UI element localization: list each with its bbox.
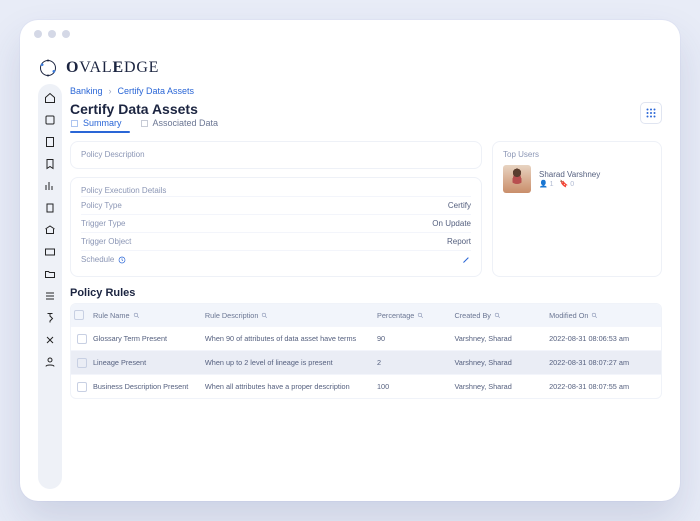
card-title: Policy Description [81, 150, 471, 159]
page-title: Certify Data Assets [70, 102, 198, 117]
window-dot [48, 30, 56, 38]
breadcrumb-separator: › [109, 86, 112, 96]
search-icon [261, 312, 268, 319]
bookmark-icon[interactable] [44, 158, 56, 170]
col-rule-desc[interactable]: Rule Description [205, 311, 377, 320]
brand-text: OVALEDGE [66, 59, 159, 77]
clipboard-icon[interactable] [44, 202, 56, 214]
app-window: OVALEDGE Banking [20, 20, 680, 501]
cell-desc: When 90 of attributes of data asset have… [205, 334, 377, 343]
cell-desc: When all attributes have a proper descri… [205, 382, 377, 391]
search-icon [494, 312, 501, 319]
cell-on: 2022-08-31 08:07:55 am [549, 382, 661, 391]
breadcrumb: Banking › Certify Data Assets [70, 84, 662, 102]
search-icon [591, 312, 598, 319]
row-value: Report [447, 237, 471, 246]
sub-tabs: Summary Associated Data [70, 118, 662, 131]
row-value: Certify [448, 201, 471, 210]
exec-row-policy-type: Policy Type Certify [81, 196, 471, 214]
row-label: Trigger Object [81, 237, 131, 246]
row-label: Policy Type [81, 201, 122, 210]
cell-on: 2022-08-31 08:06:53 am [549, 334, 661, 343]
bank-icon[interactable] [44, 224, 56, 236]
table-row[interactable]: Glossary Term Present When 90 of attribu… [71, 326, 661, 350]
cell-pct: 100 [377, 382, 454, 391]
cell-by: Varshney, Sharad [454, 382, 549, 391]
col-created-by[interactable]: Created By [454, 311, 549, 320]
col-modified-on[interactable]: Modified On [549, 311, 661, 320]
tab-associated-data[interactable]: Associated Data [140, 118, 219, 131]
top-user-name: Sharad Varshney [539, 170, 600, 179]
card-title: Top Users [503, 150, 651, 159]
tag-icon[interactable] [44, 114, 56, 126]
list-icon[interactable] [44, 290, 56, 302]
brand-mark-icon [38, 58, 58, 78]
table-row[interactable]: Lineage Present When up to 2 level of li… [71, 350, 661, 374]
cell-pct: 90 [377, 334, 454, 343]
exec-row-trigger-object: Trigger Object Report [81, 232, 471, 250]
tab-summary[interactable]: Summary [70, 118, 122, 131]
page-icon[interactable] [44, 136, 56, 148]
card-title: Policy Execution Details [81, 186, 471, 195]
tab-label: Summary [83, 118, 122, 128]
col-rule-name[interactable]: Rule Name [93, 311, 205, 320]
tab-label: Associated Data [153, 118, 219, 128]
associated-icon [140, 119, 149, 128]
select-all-checkbox[interactable] [74, 310, 84, 320]
policy-rules-heading: Policy Rules [70, 287, 662, 299]
avatar [503, 165, 531, 193]
search-icon [133, 312, 140, 319]
edit-icon[interactable] [462, 255, 471, 264]
user-icon[interactable] [44, 356, 56, 368]
cell-by: Varshney, Sharad [454, 334, 549, 343]
cell-pct: 2 [377, 358, 454, 367]
row-checkbox[interactable] [77, 358, 87, 368]
breadcrumb-item[interactable]: Banking [70, 86, 103, 96]
exec-row-trigger-type: Trigger Type On Update [81, 214, 471, 232]
policy-rules-table: Rule Name Rule Description Percentage Cr… [70, 303, 662, 399]
home-icon[interactable] [44, 92, 56, 104]
search-icon [417, 312, 424, 319]
top-users-card: Top Users Sharad Varshney 👤 1 🔖 0 [492, 141, 662, 277]
row-label: Trigger Type [81, 219, 125, 228]
tools-icon[interactable] [44, 334, 56, 346]
cell-name: Lineage Present [93, 358, 205, 367]
policy-execution-card: Policy Execution Details Policy Type Cer… [70, 177, 482, 277]
cell-by: Varshney, Sharad [454, 358, 549, 367]
row-value: On Update [432, 219, 471, 228]
col-percentage[interactable]: Percentage [377, 311, 454, 320]
cell-name: Business Description Present [93, 382, 205, 391]
row-label: Schedule [81, 255, 114, 264]
policy-description-card: Policy Description [70, 141, 482, 169]
chart-icon[interactable] [44, 180, 56, 192]
folder-icon[interactable] [44, 268, 56, 280]
exec-row-schedule: Schedule [81, 250, 471, 268]
clock-icon [118, 256, 126, 264]
breadcrumb-item[interactable]: Certify Data Assets [118, 86, 195, 96]
table-header: Rule Name Rule Description Percentage Cr… [71, 304, 661, 326]
cell-on: 2022-08-31 08:07:27 am [549, 358, 661, 367]
window-controls [20, 20, 680, 48]
window-dot [62, 30, 70, 38]
card-icon[interactable] [44, 246, 56, 258]
window-dot [34, 30, 42, 38]
summary-icon [70, 119, 79, 128]
top-user-stats: 👤 1 🔖 0 [539, 180, 600, 188]
brand-logo: OVALEDGE [38, 48, 662, 84]
timer-icon[interactable] [44, 312, 56, 324]
cell-desc: When up to 2 level of lineage is present [205, 358, 377, 367]
row-checkbox[interactable] [77, 334, 87, 344]
table-row[interactable]: Business Description Present When all at… [71, 374, 661, 398]
sidebar [38, 84, 62, 489]
cell-name: Glossary Term Present [93, 334, 205, 343]
row-checkbox[interactable] [77, 382, 87, 392]
